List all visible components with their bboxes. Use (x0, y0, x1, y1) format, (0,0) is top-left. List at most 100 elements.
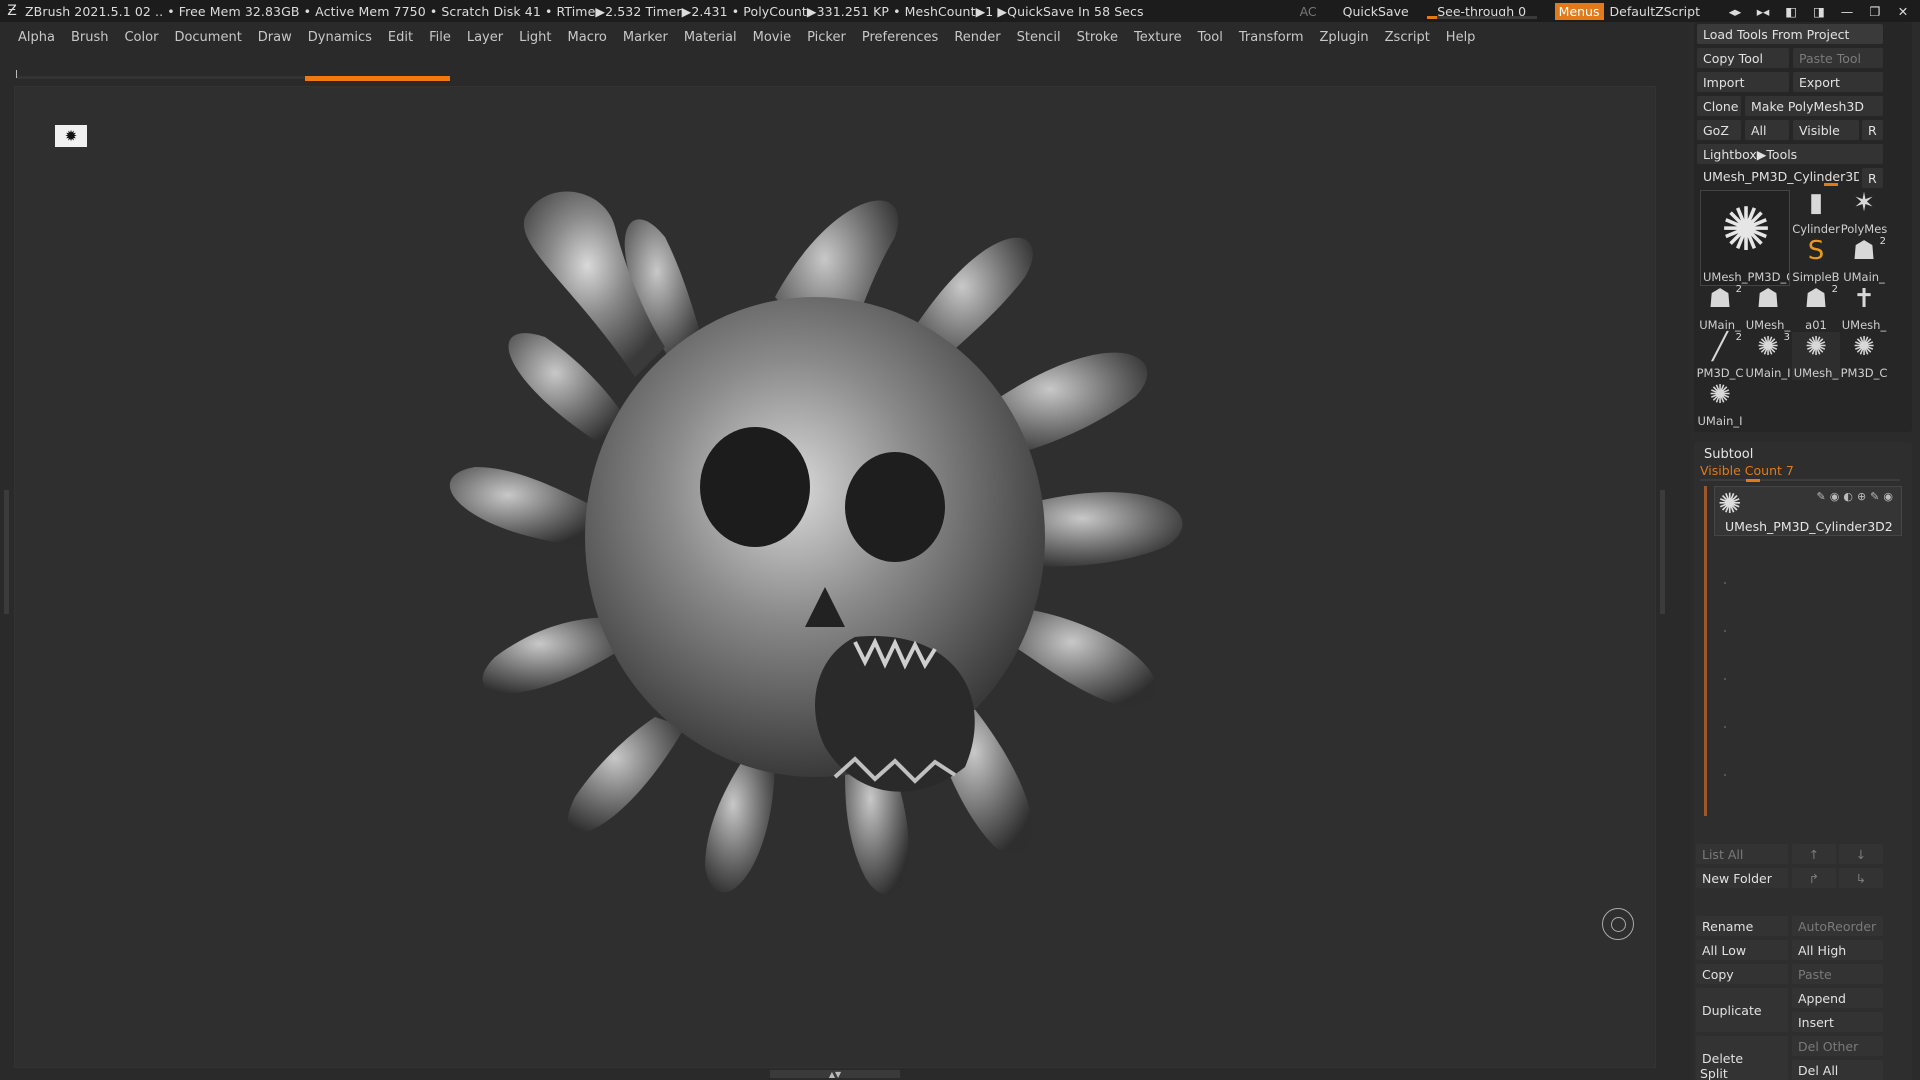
sun-skull-icon[interactable]: ✹ (55, 125, 87, 147)
all-low-button[interactable]: All Low (1696, 940, 1788, 960)
tool-thumb-11[interactable]: ✺ UMesh_ (1792, 332, 1840, 380)
tool-thumb-2[interactable]: ✶ PolyMes (1840, 188, 1888, 236)
menu-draw[interactable]: Draw (258, 30, 292, 45)
move-up-icon[interactable]: ↑ (1792, 844, 1836, 864)
menu-tool[interactable]: Tool (1198, 30, 1223, 45)
tool-r-button[interactable]: R (1862, 168, 1883, 188)
titlebar-right: AC QuickSave See-through 0 Menus Default… (1300, 0, 1920, 22)
ui-layout-icon[interactable]: ◧ (1780, 2, 1802, 20)
menu-document[interactable]: Document (174, 30, 241, 45)
see-through-slider[interactable]: See-through 0 (1426, 2, 1537, 20)
bottom-tray-handle[interactable]: ▲▼ (770, 1070, 900, 1079)
load-tools-button[interactable]: Load Tools From Project (1697, 24, 1883, 44)
subtool-item[interactable]: ✺ ✎◉◐⊕✎◉ UMesh_PM3D_Cylinder3D2 (1714, 486, 1902, 536)
menu-transform[interactable]: Transform (1239, 30, 1304, 45)
goz-visible-button[interactable]: Visible (1793, 120, 1859, 140)
rename-button[interactable]: Rename (1696, 916, 1788, 936)
auto-reorder-button[interactable]: AutoReorder (1792, 916, 1883, 936)
tool-thumb-5[interactable]: ☗ 2 UMain_ (1696, 284, 1744, 332)
menu-brush[interactable]: Brush (71, 30, 109, 45)
copy-button[interactable]: Copy (1696, 964, 1788, 984)
tool-thumb-3[interactable]: S SimpleB (1792, 236, 1840, 284)
folder-up-icon[interactable]: ↱ (1792, 868, 1836, 888)
paste-button[interactable]: Paste (1792, 964, 1883, 984)
tool-palette: Load Tools From Project Copy Tool Paste … (1694, 22, 1912, 432)
subtool-toggle-icons[interactable]: ✎◉◐⊕✎◉ (1817, 490, 1897, 503)
menu-render[interactable]: Render (954, 30, 1000, 45)
menu-marker[interactable]: Marker (623, 30, 668, 45)
tool-thumb-10[interactable]: ✺ 3 UMain_I (1744, 332, 1792, 380)
new-folder-button[interactable]: New Folder (1696, 868, 1788, 888)
menu-material[interactable]: Material (684, 30, 737, 45)
menu-help[interactable]: Help (1446, 30, 1476, 45)
right-tray: Load Tools From Project Copy Tool Paste … (1690, 22, 1920, 1080)
menu-dynamics[interactable]: Dynamics (308, 30, 372, 45)
right-tray-handle[interactable] (1660, 490, 1665, 614)
minimize-icon[interactable]: — (1836, 2, 1858, 20)
export-button[interactable]: Export (1793, 72, 1883, 92)
tool-thumb-6[interactable]: ☗ UMesh_ (1744, 284, 1792, 332)
menu-macro[interactable]: Macro (568, 30, 607, 45)
folder-down-icon[interactable]: ↳ (1839, 868, 1883, 888)
close-icon[interactable]: ✕ (1892, 2, 1914, 20)
subtool-title[interactable]: Subtool (1704, 447, 1753, 462)
menu-stroke[interactable]: Stroke (1077, 30, 1118, 45)
goz-r-button[interactable]: R (1862, 120, 1883, 140)
menu-preferences[interactable]: Preferences (862, 30, 938, 45)
menu-layer[interactable]: Layer (467, 30, 503, 45)
left-tray-handle[interactable] (4, 490, 9, 614)
lightbox-tools-button[interactable]: Lightbox▶Tools (1697, 144, 1883, 164)
gizmo-icon[interactable] (1602, 908, 1634, 940)
del-other-button[interactable]: Del Other (1792, 1036, 1883, 1056)
move-down-icon[interactable]: ↓ (1839, 844, 1883, 864)
tool-thumb-8[interactable]: ✝ UMesh_ (1840, 284, 1888, 332)
layout-icon-2[interactable]: ▸◂ (1752, 2, 1774, 20)
split-section[interactable]: Split (1700, 1066, 1728, 1080)
ac-button[interactable]: AC (1300, 4, 1317, 19)
menu-stencil[interactable]: Stencil (1017, 30, 1061, 45)
quicksave-button[interactable]: QuickSave (1343, 4, 1409, 19)
goz-button[interactable]: GoZ (1697, 120, 1741, 140)
del-all-button[interactable]: Del All (1792, 1060, 1883, 1080)
import-button[interactable]: Import (1697, 72, 1789, 92)
tool-thumb-7[interactable]: ☗ 2 a01 (1792, 284, 1840, 332)
menu-picker[interactable]: Picker (807, 30, 846, 45)
visible-count-slider[interactable]: Visible Count 7 (1700, 463, 1794, 478)
tool-thumb-13[interactable]: ✺ UMain_I (1696, 380, 1744, 428)
menu-file[interactable]: File (429, 30, 451, 45)
menus-toggle[interactable]: Menus (1554, 2, 1604, 20)
menu-zscript[interactable]: Zscript (1385, 30, 1430, 45)
document-canvas[interactable]: ✹ (14, 86, 1656, 1068)
menu-alpha[interactable]: Alpha (18, 30, 55, 45)
menu-color[interactable]: Color (124, 30, 158, 45)
copy-tool-button[interactable]: Copy Tool (1697, 48, 1789, 68)
menu-texture[interactable]: Texture (1134, 30, 1182, 45)
restore-icon[interactable]: ❐ (1864, 2, 1886, 20)
all-high-button[interactable]: All High (1792, 940, 1883, 960)
menu-bar: Alpha Brush Color Document Draw Dynamics… (0, 26, 1690, 48)
tool-thumb-12[interactable]: ✺ PM3D_C (1840, 332, 1888, 380)
menu-light[interactable]: Light (519, 30, 551, 45)
ui-layout-icon-2[interactable]: ◨ (1808, 2, 1830, 20)
append-button[interactable]: Append (1792, 988, 1883, 1008)
goz-all-button[interactable]: All (1745, 120, 1789, 140)
tool-thumb-9[interactable]: ╱ 2 PM3D_C (1696, 332, 1744, 380)
paste-tool-button[interactable]: Paste Tool (1793, 48, 1883, 68)
subtool-thumb-icon: ✺ (1718, 487, 1742, 520)
insert-button[interactable]: Insert (1792, 1012, 1883, 1032)
tool-thumb-4[interactable]: ☗ 2 UMain_ (1840, 236, 1888, 284)
current-tool-thumbnail[interactable]: ✺ UMesh_PM3D_C (1700, 190, 1790, 286)
duplicate-button[interactable]: Duplicate (1696, 988, 1788, 1032)
subtool-scrollbar[interactable] (1704, 486, 1707, 816)
layout-icon-1[interactable]: ◂▸ (1724, 2, 1746, 20)
menu-movie[interactable]: Movie (753, 30, 791, 45)
progress-fill (305, 76, 450, 81)
clone-button[interactable]: Clone (1697, 96, 1741, 116)
menu-edit[interactable]: Edit (388, 30, 413, 45)
menu-zplugin[interactable]: Zplugin (1320, 30, 1369, 45)
tool-thumb-1[interactable]: ▮ Cylinder (1792, 188, 1840, 236)
list-all-button[interactable]: List All (1696, 844, 1788, 864)
default-zscript-button[interactable]: DefaultZScript (1610, 4, 1701, 19)
make-polymesh-button[interactable]: Make PolyMesh3D (1745, 96, 1883, 116)
sculpt-render (449, 191, 1183, 895)
